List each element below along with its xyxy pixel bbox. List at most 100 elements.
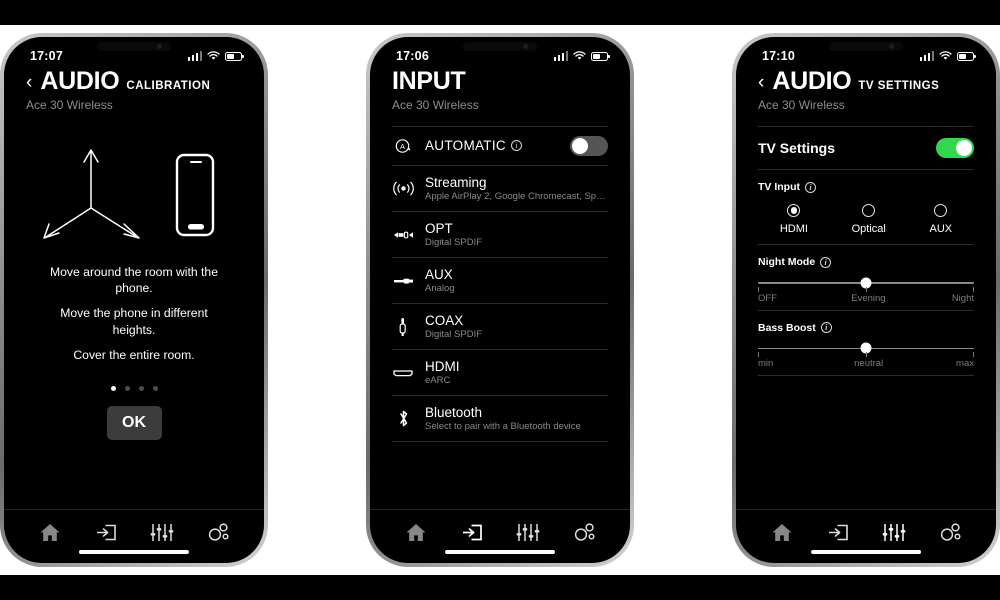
nav-item-eq[interactable]: [877, 518, 911, 548]
info-icon[interactable]: i: [820, 256, 832, 268]
slider-labels: OFF Evening Night: [758, 293, 974, 304]
night-mode-slider[interactable]: OFF Evening Night: [758, 277, 974, 304]
settings-bubbles-icon: [208, 523, 229, 541]
radio-circle-icon: [934, 204, 948, 217]
night-mode-text: Night Mode: [758, 256, 816, 268]
battery-icon: [225, 51, 244, 61]
phone-tv-settings: 17:10 ‹ AUDIO TV SETTINGS Ace 30 Wireles…: [732, 33, 1000, 567]
bass-boost-slider[interactable]: min neutral max: [758, 342, 974, 369]
list-item-aux[interactable]: AUX Analog: [392, 258, 608, 303]
nav-item-input[interactable]: [89, 518, 123, 548]
page-header: INPUT Ace 30 Wireless: [370, 67, 630, 112]
slider-track[interactable]: [758, 277, 974, 289]
page-header: ‹ AUDIO CALIBRATION Ace 30 Wireless: [4, 67, 264, 112]
ok-button[interactable]: OK: [106, 406, 162, 441]
automatic-row[interactable]: A AUTOMATIC i: [392, 127, 608, 165]
divider: [758, 309, 974, 311]
list-item-streaming[interactable]: Streaming Apple AirPlay 2, Google Chrome…: [392, 166, 608, 211]
instruction-line: Cover the entire room.: [73, 347, 195, 362]
page-dot[interactable]: [152, 386, 158, 392]
info-icon[interactable]: i: [805, 181, 816, 193]
radio-circle-icon: [787, 204, 801, 217]
svg-text:A: A: [400, 144, 405, 151]
home-indicator: [811, 550, 921, 554]
list-item-title: AUX: [425, 267, 453, 282]
list-item-subtitle: Apple AirPlay 2, Google Chromecast, Spot…: [425, 191, 608, 202]
slider-tick-label: max: [956, 358, 974, 370]
list-item-bluetooth[interactable]: Bluetooth Select to pair with a Bluetoot…: [392, 396, 608, 441]
hdmi-port-icon: [392, 368, 414, 378]
nav-item-home[interactable]: [765, 518, 799, 548]
battery-icon: [591, 51, 610, 61]
nav-item-input[interactable]: [821, 518, 855, 548]
nav-item-home[interactable]: [399, 518, 433, 548]
optical-toslink-icon: [392, 229, 414, 241]
tv-input-label: TV Input i: [758, 181, 974, 193]
tv-input-radio-group: HDMI Optical AUX: [758, 204, 974, 235]
page-title: AUDIO: [40, 67, 120, 95]
list-item-subtitle: Digital SPDIF: [425, 329, 483, 340]
nav-item-settings[interactable]: [567, 518, 601, 548]
list-item-coax[interactable]: COAX Digital SPDIF: [392, 304, 608, 349]
signal-bars-icon: [187, 51, 202, 61]
radio-option-optical[interactable]: Optical: [852, 204, 886, 235]
list-item-subtitle: eARC: [425, 375, 451, 386]
instruction-line: Move the phone in different heights.: [60, 306, 208, 337]
page-title: INPUT: [392, 67, 466, 95]
nav-item-input[interactable]: [455, 518, 489, 548]
info-icon[interactable]: i: [820, 322, 832, 334]
nav-item-eq[interactable]: [511, 518, 545, 548]
tv-settings-toggle[interactable]: [936, 138, 974, 158]
input-arrow-icon: [96, 524, 116, 541]
tv-settings-body: TV Settings TV Input i HDMI Optical AUX …: [736, 126, 996, 509]
list-item-title: Bluetooth: [425, 405, 483, 420]
list-item-opt[interactable]: OPT Digital SPDIF: [392, 212, 608, 257]
aux-jack-icon: [392, 276, 414, 286]
divider: [758, 169, 974, 170]
instruction-line: Move around the room with the phone.: [49, 265, 218, 296]
nav-item-settings[interactable]: [933, 518, 967, 548]
slider-labels: min neutral max: [758, 358, 974, 369]
bluetooth-icon: [392, 409, 414, 428]
battery-icon: [957, 51, 976, 61]
input-list: A AUTOMATIC i Streaming Apple AirPlay 2,…: [370, 126, 630, 509]
info-icon[interactable]: i: [510, 140, 522, 152]
back-chevron-icon[interactable]: ‹: [758, 73, 764, 92]
nav-item-home[interactable]: [33, 518, 67, 548]
home-indicator: [445, 550, 555, 554]
nav-item-settings[interactable]: [201, 518, 235, 548]
phone-input: 17:06 INPUT Ace 30 Wireless A AUTOMATIC …: [366, 33, 634, 567]
calibration-body: Move around the room with the phone. Mov…: [4, 112, 264, 509]
slider-ticks: [758, 286, 974, 292]
list-item-subtitle: Analog: [425, 283, 455, 294]
night-mode-label: Night Mode i: [758, 256, 974, 268]
radio-circle-icon: [862, 204, 876, 217]
list-item-title: COAX: [425, 313, 464, 328]
radio-option-aux[interactable]: AUX: [929, 204, 953, 235]
page-subtitle: CALIBRATION: [126, 80, 211, 92]
radio-label: AUX: [929, 223, 953, 235]
input-arrow-icon: [828, 524, 848, 541]
status-clock: 17:06: [396, 49, 429, 63]
page-dot[interactable]: [138, 386, 144, 392]
page-dot[interactable]: [110, 386, 116, 392]
tv-settings-label: TV Settings: [758, 140, 836, 156]
home-icon: [772, 524, 792, 541]
page-subtitle: TV SETTINGS: [858, 80, 940, 92]
tv-settings-row[interactable]: TV Settings: [758, 127, 974, 169]
automatic-toggle[interactable]: [570, 136, 608, 156]
divider: [758, 375, 974, 377]
wifi-icon: [939, 51, 952, 60]
page-dot[interactable]: [124, 386, 130, 392]
list-item-title: HDMI: [425, 359, 460, 374]
equalizer-sliders-icon: [516, 524, 540, 541]
home-indicator: [79, 550, 189, 554]
slider-track[interactable]: [758, 342, 974, 354]
list-item-hdmi[interactable]: HDMI eARC: [392, 350, 608, 395]
nav-item-eq[interactable]: [145, 518, 179, 548]
radio-option-hdmi[interactable]: HDMI: [780, 204, 808, 235]
divider: [392, 441, 608, 442]
radio-label: HDMI: [779, 223, 808, 235]
back-chevron-icon[interactable]: ‹: [26, 73, 32, 92]
settings-bubbles-icon: [574, 523, 595, 541]
